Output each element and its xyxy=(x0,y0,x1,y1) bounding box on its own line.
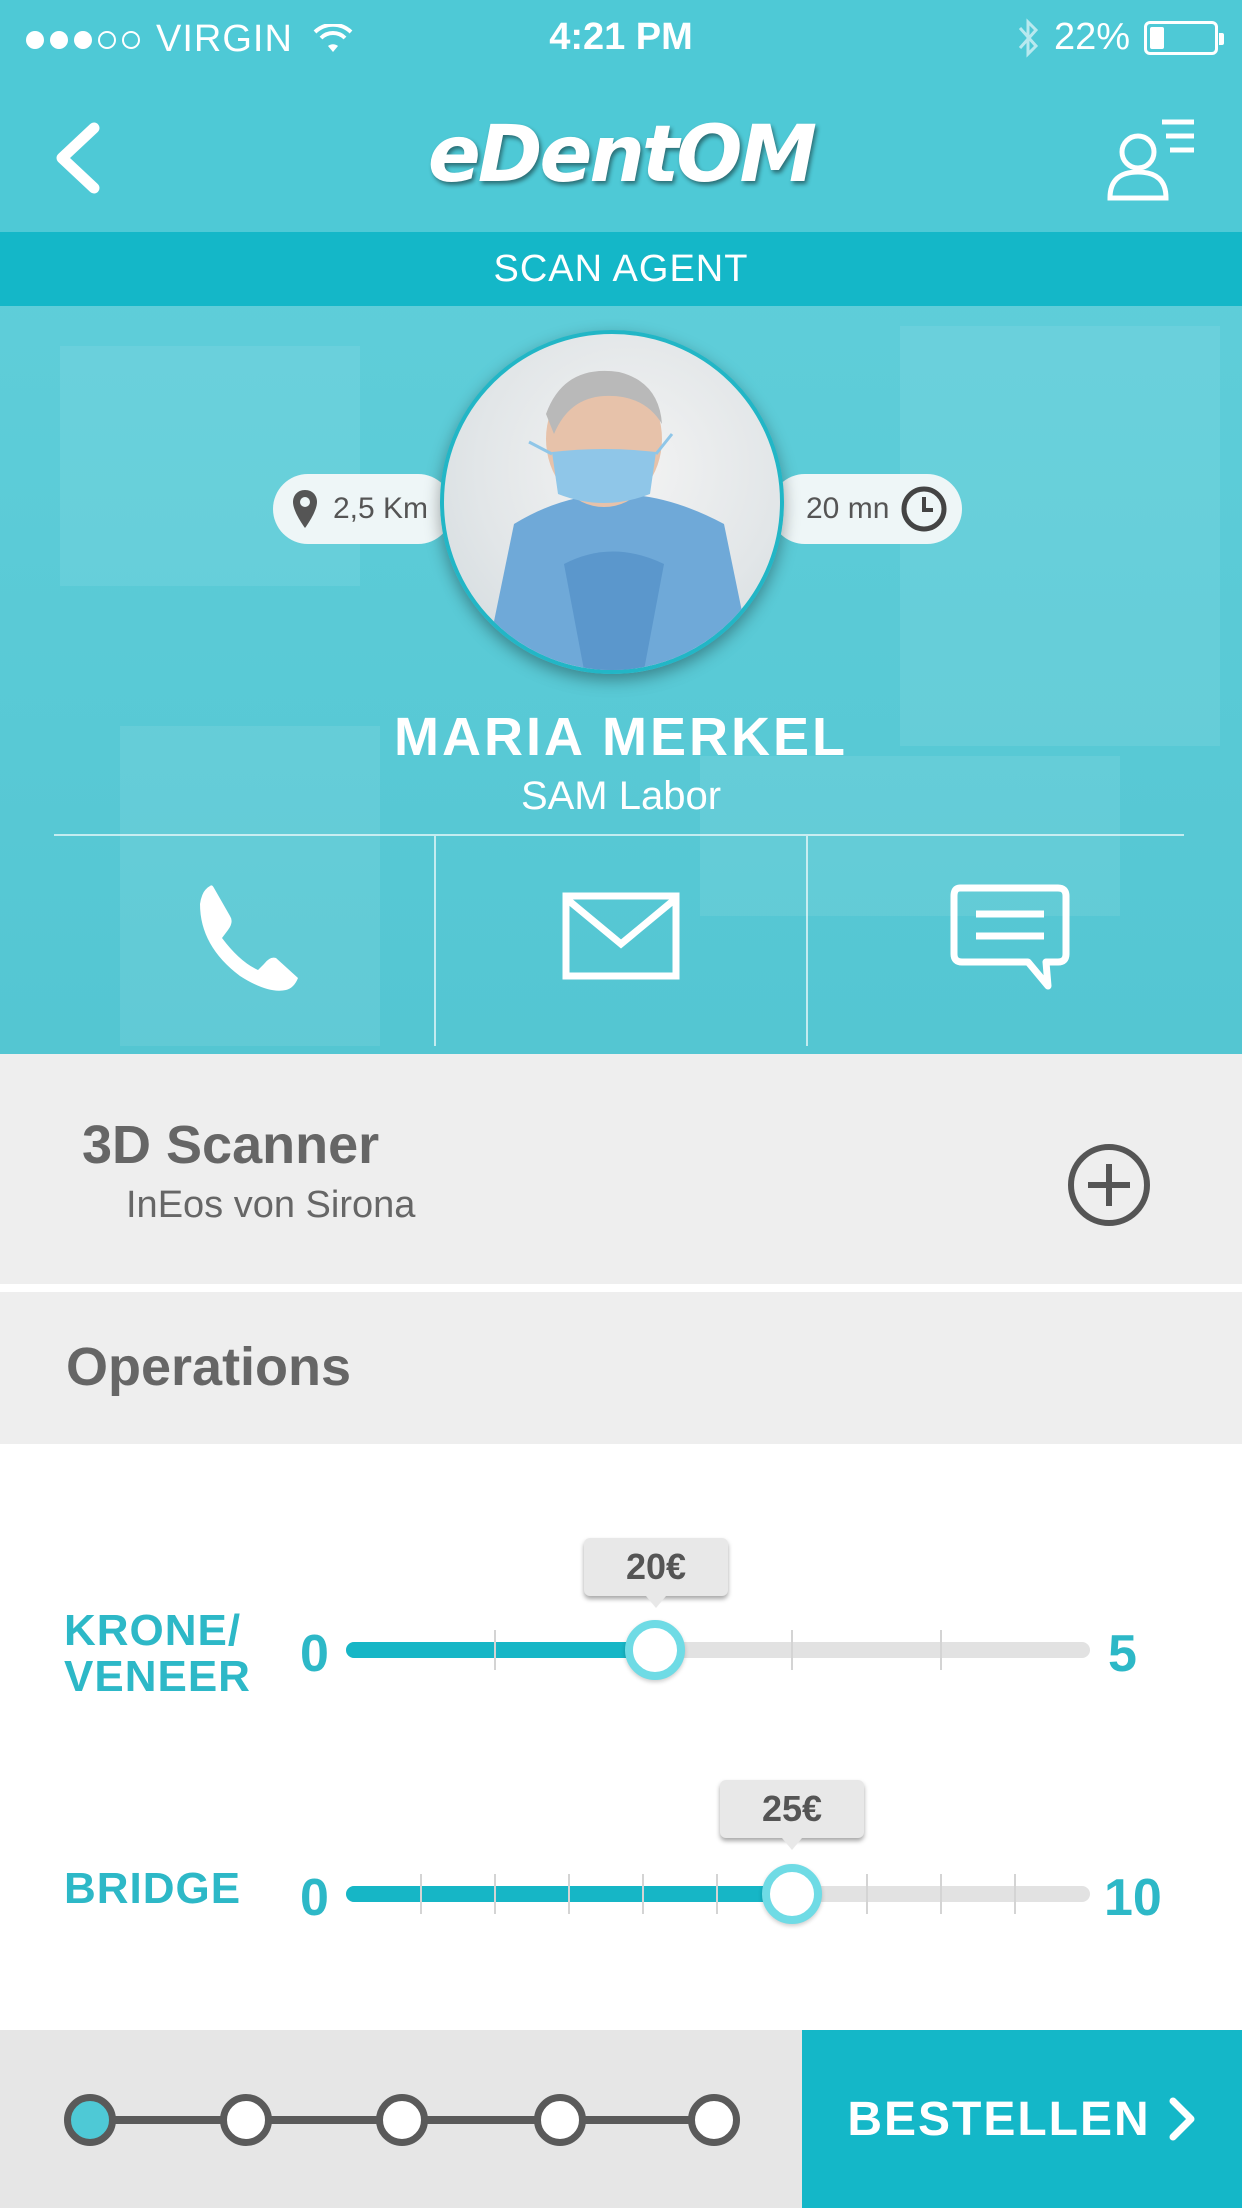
divider xyxy=(434,836,436,1046)
slider-tick xyxy=(940,1874,942,1914)
slider-tick xyxy=(420,1874,422,1914)
clock-icon xyxy=(901,486,947,532)
slider-track[interactable] xyxy=(346,1620,1090,1680)
slider-label-line: KRONE/ xyxy=(64,1606,242,1655)
slider-label-line: VENEER xyxy=(64,1652,251,1701)
step-5[interactable] xyxy=(688,2094,740,2146)
slider-tick xyxy=(494,1630,496,1670)
device-subtitle: InEos von Sirona xyxy=(126,1184,416,1226)
section-title: SCAN AGENT xyxy=(0,232,1242,306)
agent-avatar xyxy=(440,330,784,674)
agent-company: SAM Labor xyxy=(520,774,722,818)
slider-value-tooltip: 20€ xyxy=(584,1538,728,1608)
slider-thumb[interactable] xyxy=(762,1864,822,1924)
agent-name: MARIA MERKEL xyxy=(394,707,848,767)
slider-tick xyxy=(716,1874,718,1914)
slider-min: 0 xyxy=(300,1869,329,1927)
chevron-right-icon xyxy=(1169,2097,1195,2141)
order-button-label: BESTELLEN xyxy=(847,2092,1151,2146)
step-1[interactable] xyxy=(64,2094,116,2146)
agent-photo xyxy=(484,370,754,670)
distance-badge: 2,5 Km xyxy=(273,474,453,544)
operations-title: Operations xyxy=(66,1337,352,1397)
slider-tick xyxy=(791,1630,793,1670)
chat-button[interactable] xyxy=(940,866,1080,1006)
slider-krone-veneer: KRONE/ VENEER 0 5 20€ xyxy=(0,1530,1242,1700)
device-title: 3D Scanner xyxy=(82,1115,380,1175)
mail-button[interactable] xyxy=(550,866,690,1006)
slider-value-tooltip: 25€ xyxy=(720,1780,864,1850)
status-bar: VIRGIN 4:21 PM 22% xyxy=(0,0,1242,78)
distance-value: 2,5 Km xyxy=(333,492,429,525)
phone-button[interactable] xyxy=(180,866,320,1006)
app-logo: eDentOM xyxy=(427,110,817,200)
slider-thumb[interactable] xyxy=(625,1620,685,1680)
agent-card: 2,5 Km 20 mn MARIA MERKEL SAM Labor xyxy=(0,306,1242,1054)
slider-max: 5 xyxy=(1108,1625,1137,1683)
slider-track[interactable] xyxy=(346,1864,1090,1924)
slider-fill xyxy=(346,1642,655,1658)
slider-tick xyxy=(1014,1874,1016,1914)
duration-value: 20 mn xyxy=(806,492,890,525)
divider xyxy=(54,834,1184,836)
step-2[interactable] xyxy=(220,2094,272,2146)
operations-header: Operations xyxy=(0,1292,1242,1444)
step-4[interactable] xyxy=(534,2094,586,2146)
duration-badge: 20 mn xyxy=(770,474,962,544)
footer: BESTELLEN xyxy=(0,2030,1242,2208)
device-card: 3D Scanner InEos von Sirona xyxy=(0,1054,1242,1288)
slider-tick xyxy=(940,1630,942,1670)
user-menu-icon[interactable] xyxy=(1102,108,1202,208)
bluetooth-icon xyxy=(1018,17,1038,58)
battery-percent: 22% xyxy=(1053,16,1130,58)
order-button[interactable]: BESTELLEN xyxy=(802,2030,1242,2208)
slider-min: 0 xyxy=(300,1625,329,1683)
progress-stepper xyxy=(0,2030,802,2208)
battery-icon xyxy=(1144,20,1224,55)
slider-label: KRONE/ VENEER xyxy=(64,1608,251,1700)
add-button[interactable] xyxy=(1066,1142,1152,1228)
location-pin-icon xyxy=(293,490,317,528)
slider-label: BRIDGE xyxy=(64,1864,242,1913)
slider-tick xyxy=(494,1874,496,1914)
slider-tick xyxy=(568,1874,570,1914)
step-3[interactable] xyxy=(376,2094,428,2146)
slider-tick xyxy=(642,1874,644,1914)
slider-max: 10 xyxy=(1104,1869,1162,1927)
nav-bar: eDentOM xyxy=(0,78,1242,232)
divider xyxy=(806,836,808,1046)
slider-bridge: BRIDGE 0 10 25€ xyxy=(0,1774,1242,1927)
slider-tick xyxy=(866,1874,868,1914)
